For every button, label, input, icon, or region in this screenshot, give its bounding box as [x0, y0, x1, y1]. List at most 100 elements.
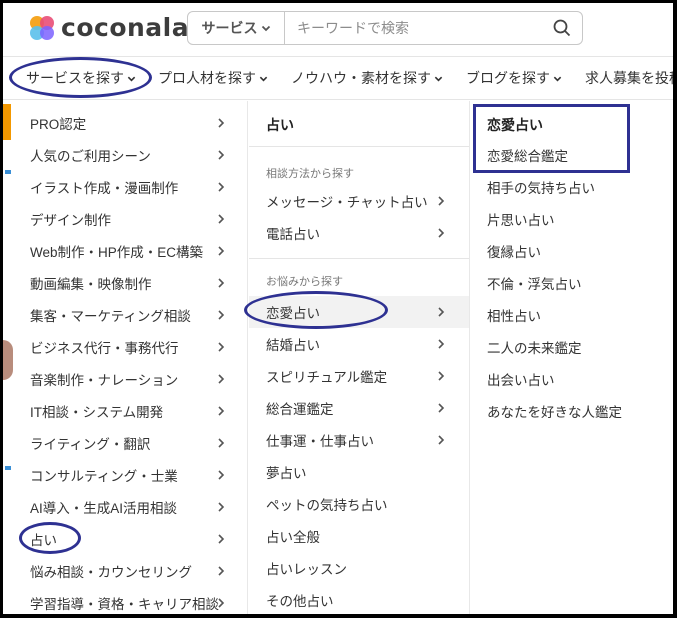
- chevron-right-icon: [218, 374, 225, 384]
- detail-item[interactable]: 相性占い: [471, 299, 673, 331]
- detail-item[interactable]: 復縁占い: [471, 235, 673, 267]
- chevron-right-icon: [438, 435, 445, 445]
- subcategory-title[interactable]: 占い: [266, 115, 294, 135]
- category-item[interactable]: IT相談・システム開発: [13, 395, 247, 427]
- subcategory-label: 仕事運・仕事占い: [266, 434, 374, 449]
- category-item[interactable]: 人気のご利用シーン: [13, 139, 247, 171]
- category-item[interactable]: PRO認定: [13, 107, 247, 139]
- nav-find-services[interactable]: サービスを探す: [3, 57, 146, 99]
- category-item[interactable]: 悩み相談・カウンセリング: [13, 555, 247, 587]
- category-item[interactable]: ビジネス代行・事務代行: [13, 331, 247, 363]
- subcategory-item[interactable]: メッセージ・チャット占い: [249, 185, 469, 217]
- subcategory-label: 結婚占い: [266, 338, 320, 353]
- chevron-right-icon: [218, 310, 225, 320]
- nav-label: 求人募集を投稿す: [585, 70, 673, 86]
- detail-label: 出会い占い: [487, 373, 555, 388]
- search-input[interactable]: [285, 12, 542, 44]
- detail-item[interactable]: 片思い占い: [471, 203, 673, 235]
- category-item[interactable]: 動画編集・映像制作: [13, 267, 247, 299]
- detail-item[interactable]: 相手の気持ち占い: [471, 171, 673, 203]
- page-avatar-edge: [3, 340, 13, 380]
- subcategory-item[interactable]: 夢占い: [249, 456, 469, 488]
- subcategory-label: 占い全般: [266, 530, 320, 545]
- category-item[interactable]: AI導入・生成AI活用相談: [13, 491, 247, 523]
- detail-item[interactable]: 二人の未来鑑定: [471, 331, 673, 363]
- category-item[interactable]: デザイン制作: [13, 203, 247, 235]
- subcategory-item[interactable]: 電話占い: [249, 217, 469, 249]
- category-label: PRO認定: [30, 117, 87, 132]
- subcategory-label: スピリチュアル鑑定: [266, 370, 388, 385]
- detail-item[interactable]: 出会い占い: [471, 363, 673, 395]
- nav-find-pros[interactable]: プロ人材を探す: [146, 57, 279, 99]
- chevron-right-icon: [438, 196, 445, 206]
- search-category-select[interactable]: サービス: [188, 12, 285, 44]
- subcategory-item[interactable]: その他占い: [249, 584, 469, 616]
- subcategory-label: 電話占い: [266, 227, 320, 242]
- menu-divider: [249, 258, 469, 259]
- page-marker: [5, 170, 11, 174]
- chevron-down-icon: [434, 76, 443, 81]
- category-label: IT相談・システム開発: [30, 405, 164, 420]
- subcategory-item-love[interactable]: 恋愛占い: [249, 296, 469, 328]
- category-item[interactable]: ライティング・翻訳: [13, 427, 247, 459]
- category-label: ビジネス代行・事務代行: [30, 341, 179, 356]
- subcategory-label: 恋愛占い: [266, 306, 320, 321]
- detail-item[interactable]: 不倫・浮気占い: [471, 267, 673, 299]
- chevron-right-icon: [218, 534, 225, 544]
- subcategory-item[interactable]: 仕事運・仕事占い: [249, 424, 469, 456]
- nav-find-knowhow[interactable]: ノウハウ・素材を探す: [279, 57, 454, 99]
- category-item[interactable]: コンサルティング・士業: [13, 459, 247, 491]
- chevron-right-icon: [218, 182, 225, 192]
- chevron-right-icon: [218, 118, 225, 128]
- category-item[interactable]: 集客・マーケティング相談: [13, 299, 247, 331]
- page-marker: [5, 466, 11, 470]
- group-heading: 相談方法から探す: [266, 168, 354, 180]
- subcategory-label: ペットの気持ち占い: [266, 498, 388, 513]
- chevron-right-icon: [218, 246, 225, 256]
- search-bar: サービス: [187, 11, 583, 45]
- category-label: 悩み相談・カウンセリング: [30, 565, 192, 580]
- chevron-right-icon: [218, 406, 225, 416]
- category-item[interactable]: Web制作・HP作成・EC構築: [13, 235, 247, 267]
- detail-label: 恋愛総合鑑定: [487, 149, 568, 164]
- chevron-right-icon: [218, 438, 225, 448]
- category-label: 人気のご利用シーン: [30, 149, 151, 164]
- detail-title[interactable]: 恋愛占い: [487, 115, 543, 135]
- chevron-right-icon: [218, 502, 225, 512]
- detail-label: 二人の未来鑑定: [487, 341, 582, 356]
- category-label: 動画編集・映像制作: [30, 277, 152, 292]
- coconala-logo[interactable]: coconala: [29, 13, 189, 42]
- category-label: 学習指導・資格・キャリア相談: [30, 597, 219, 612]
- category-label: コンサルティング・士業: [30, 469, 178, 484]
- detail-label: 片思い占い: [487, 213, 555, 228]
- group-heading: お悩みから探す: [266, 276, 343, 288]
- chevron-down-icon: [127, 76, 136, 81]
- nav-find-blogs[interactable]: ブログを探す: [454, 57, 573, 99]
- category-label: 占い: [30, 533, 57, 548]
- category-item-fortune[interactable]: 占い: [13, 523, 247, 555]
- nav-post-job[interactable]: 求人募集を投稿す: [573, 57, 673, 99]
- category-label: ライティング・翻訳: [30, 437, 151, 452]
- subcategory-item[interactable]: 総合運鑑定: [249, 392, 469, 424]
- category-label: イラスト作成・漫画制作: [30, 181, 179, 196]
- subcategory-item[interactable]: スピリチュアル鑑定: [249, 360, 469, 392]
- subcategory-item[interactable]: ペットの気持ち占い: [249, 488, 469, 520]
- search-icon: [553, 19, 571, 37]
- subcategory-item[interactable]: 結婚占い: [249, 328, 469, 360]
- category-item[interactable]: 音楽制作・ナレーション: [13, 363, 247, 395]
- detail-label: 不倫・浮気占い: [487, 277, 582, 292]
- subcategory-item[interactable]: 占いレッスン: [249, 552, 469, 584]
- chevron-right-icon: [218, 598, 225, 608]
- chevron-right-icon: [438, 403, 445, 413]
- detail-item[interactable]: あなたを好きな人鑑定: [471, 395, 673, 427]
- category-item[interactable]: 学習指導・資格・キャリア相談: [13, 587, 247, 618]
- detail-menu: 恋愛占い 恋愛総合鑑定 相手の気持ち占い 片思い占い 復縁占い 不倫・浮気占い …: [471, 101, 673, 614]
- subcategory-item[interactable]: 占い全般: [249, 520, 469, 552]
- category-item[interactable]: イラスト作成・漫画制作: [13, 171, 247, 203]
- chevron-right-icon: [218, 566, 225, 576]
- chevron-right-icon: [218, 278, 225, 288]
- search-button[interactable]: [542, 12, 582, 44]
- nav-label: サービスを探す: [26, 70, 124, 86]
- search-category-label: サービス: [201, 20, 258, 36]
- detail-item[interactable]: 恋愛総合鑑定: [471, 139, 673, 171]
